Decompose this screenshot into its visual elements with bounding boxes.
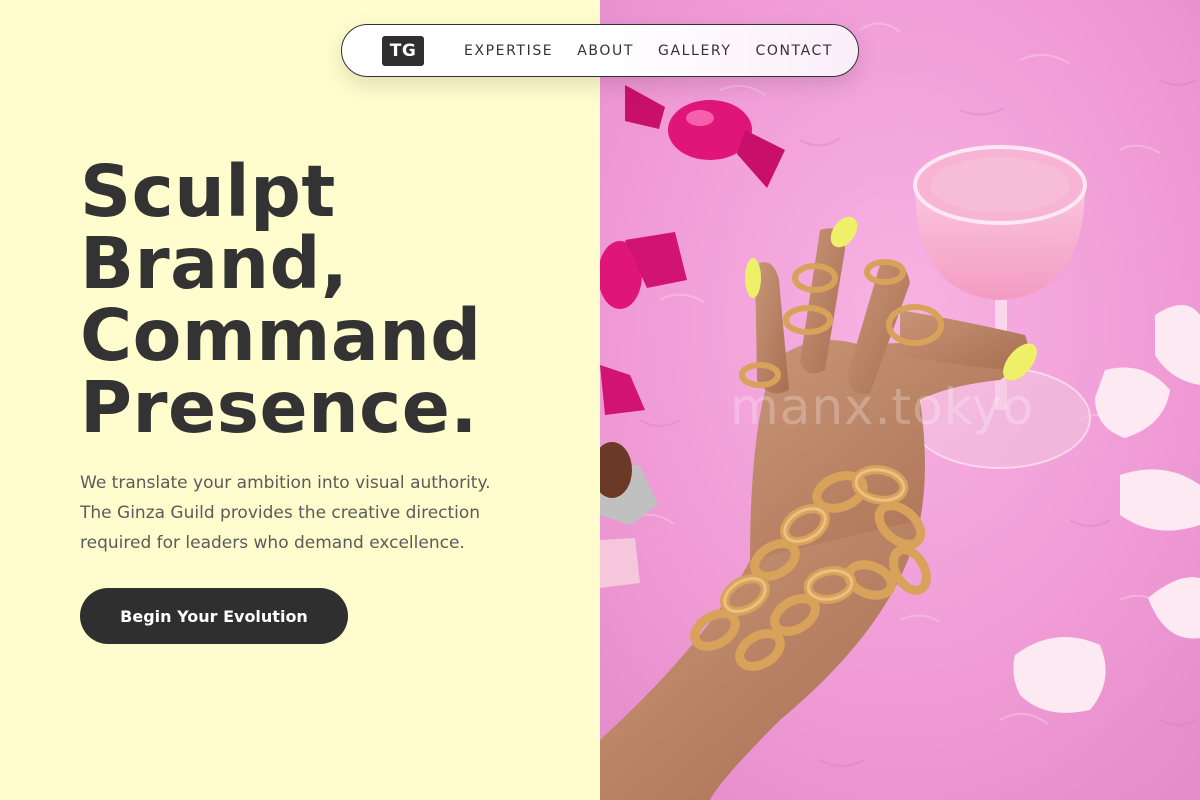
- begin-evolution-button[interactable]: Begin Your Evolution: [80, 588, 348, 644]
- hero-description-line: The Ginza Guild provides the creative di…: [80, 503, 481, 523]
- nav-link-about[interactable]: ABOUT: [577, 43, 634, 59]
- nav-link-contact[interactable]: CONTACT: [755, 43, 833, 59]
- hero-title-line: Presence.: [80, 366, 478, 449]
- hero-description: We translate your ambition into visual a…: [80, 468, 550, 558]
- hero-title-line: Command: [80, 294, 482, 377]
- hero-title-line: Sculpt: [80, 150, 336, 233]
- hero-description-line: We translate your ambition into visual a…: [80, 473, 491, 493]
- logo[interactable]: TG: [382, 35, 424, 66]
- top-navigation: TG EXPERTISE ABOUT GALLERY CONTACT: [341, 24, 859, 77]
- nav-link-gallery[interactable]: GALLERY: [658, 43, 731, 59]
- nav-link-expertise[interactable]: EXPERTISE: [464, 43, 553, 59]
- hero-title: Sculpt Brand, Command Presence.: [80, 156, 580, 444]
- hero-image: manx.tokyo: [600, 0, 1200, 800]
- hero-description-line: required for leaders who demand excellen…: [80, 533, 465, 553]
- watermark: manx.tokyo: [730, 378, 1035, 436]
- hero-title-line: Brand,: [80, 222, 349, 305]
